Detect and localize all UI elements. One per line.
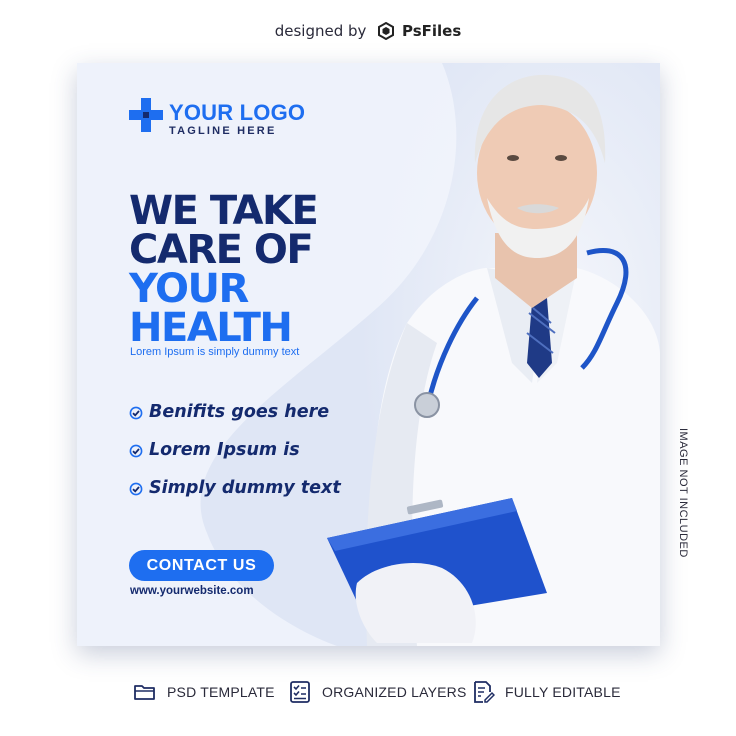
benefit-item: Simply dummy text xyxy=(129,477,341,515)
designer-credit: designed by PsFiles xyxy=(0,21,736,41)
folder-icon xyxy=(134,685,155,700)
headline: WE TAKE CARE OF YOUR HEALTH xyxy=(129,188,429,351)
headline-line-1: WE TAKE xyxy=(129,188,319,234)
logo-tagline: TAGLINE HERE xyxy=(169,125,277,137)
benefit-item: Lorem Ipsum is xyxy=(129,439,341,477)
features-row: PSD TEMPLATE ORGANIZED LAYERS FULLY EDIT… xyxy=(0,680,736,710)
edit-document-icon xyxy=(474,681,495,703)
feature-organized-layers: ORGANIZED LAYERS xyxy=(288,680,467,704)
check-circle-icon xyxy=(129,444,143,458)
benefit-text: Benifits goes here xyxy=(149,402,330,422)
headline-line-4: HEALTH xyxy=(129,305,293,351)
social-post-card: YOUR LOGO TAGLINE HERE WE TAKE CARE OF Y… xyxy=(77,63,660,646)
benefit-text: Simply dummy text xyxy=(149,478,341,498)
website-link[interactable]: www.yourwebsite.com xyxy=(130,585,254,597)
contact-us-button[interactable]: CONTACT US xyxy=(129,550,274,581)
checklist-icon xyxy=(290,681,310,703)
feature-label: PSD TEMPLATE xyxy=(167,684,275,700)
headline-line-2: CARE OF xyxy=(129,227,314,273)
feature-label: ORGANIZED LAYERS xyxy=(322,684,467,700)
benefit-text: Lorem Ipsum is xyxy=(149,440,300,460)
benefit-item: Benifits goes here xyxy=(129,401,341,439)
check-circle-icon xyxy=(129,482,143,496)
image-not-included-note: IMAGE NOT INCLUDED xyxy=(677,428,689,558)
headline-line-3: YOUR xyxy=(129,266,249,312)
benefits-list: Benifits goes here Lorem Ipsum is Simply… xyxy=(129,401,341,515)
logo-name: YOUR LOGO xyxy=(169,100,306,125)
subtitle: Lorem Ipsum is simply dummy text xyxy=(130,346,300,358)
medical-cross-icon xyxy=(129,98,163,132)
credit-brand: PsFiles xyxy=(401,22,462,40)
credit-prefix: designed by xyxy=(274,22,367,40)
check-circle-icon xyxy=(129,406,143,420)
feature-label: FULLY EDITABLE xyxy=(505,684,621,700)
feature-psd-template: PSD TEMPLATE xyxy=(133,680,275,704)
feature-fully-editable: FULLY EDITABLE xyxy=(471,680,621,704)
psfiles-logo-icon xyxy=(378,21,395,41)
